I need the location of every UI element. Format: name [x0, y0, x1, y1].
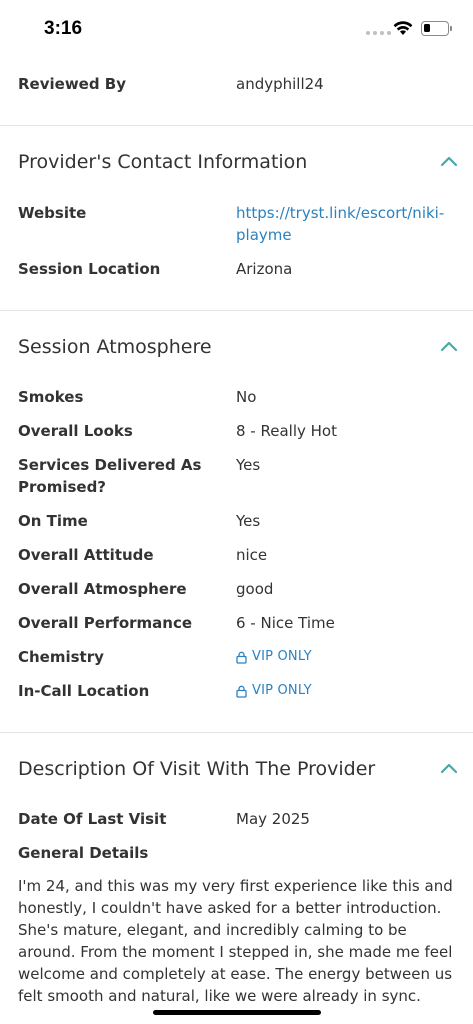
website-link[interactable]: https://tryst.link/escort/niki-playme: [236, 202, 458, 246]
session-location-row: Session Location Arizona: [18, 258, 458, 280]
row-label: Overall Atmosphere: [18, 580, 187, 598]
atmosphere-section-title: Session Atmosphere: [18, 336, 212, 358]
atmosphere-section-header[interactable]: Session Atmosphere: [18, 333, 458, 361]
section-divider: [0, 310, 473, 311]
row-value: good: [236, 580, 274, 598]
row-label: In-Call Location: [18, 682, 150, 700]
atmosphere-row-chemistry: Chemistry VIP ONLY: [18, 646, 458, 668]
row-value: Yes: [236, 512, 261, 530]
atmosphere-row-overall-atmosphere: Overall Atmosphere good: [18, 578, 458, 600]
session-location-label: Session Location: [18, 260, 161, 278]
session-location-value: Arizona: [236, 260, 293, 278]
row-value: Yes: [236, 456, 261, 474]
vip-only-link[interactable]: VIP ONLY: [236, 646, 458, 668]
general-details-row: General Details: [18, 842, 458, 864]
atmosphere-row-in-call-location: In-Call Location VIP ONLY: [18, 680, 458, 702]
section-divider: [0, 125, 473, 126]
reviewed-by-row: Reviewed By andyphill24: [18, 73, 458, 95]
lock-icon: [236, 685, 247, 698]
battery-icon: [421, 21, 449, 36]
row-value: nice: [236, 546, 268, 564]
vip-only-link[interactable]: VIP ONLY: [236, 680, 458, 702]
status-time: 3:16: [44, 18, 83, 39]
chevron-up-icon[interactable]: [440, 340, 458, 352]
atmosphere-row-services-delivered: Services Delivered As Promised? Yes: [18, 454, 458, 498]
home-indicator[interactable]: [153, 1010, 321, 1015]
atmosphere-row-overall-performance: Overall Performance 6 - Nice Time: [18, 612, 458, 634]
row-label: On Time: [18, 512, 88, 530]
date-of-last-visit-value: May 2025: [236, 810, 310, 828]
website-row: Website https://tryst.link/escort/niki-p…: [18, 202, 458, 246]
row-label: Overall Performance: [18, 614, 193, 632]
status-bar: 3:16: [0, 0, 473, 58]
reviewed-by-label: Reviewed By: [18, 75, 127, 93]
description-section-header[interactable]: Description Of Visit With The Provider: [18, 755, 458, 783]
section-divider: [0, 732, 473, 733]
atmosphere-row-overall-looks: Overall Looks 8 - Really Hot: [18, 420, 458, 442]
date-of-last-visit-label: Date Of Last Visit: [18, 810, 167, 828]
website-label: Website: [18, 204, 87, 222]
row-value: No: [236, 388, 257, 406]
general-details-text: I'm 24, and this was my very first exper…: [18, 877, 453, 1005]
row-label: Overall Looks: [18, 422, 133, 440]
signal-dots-icon: [366, 31, 391, 35]
row-label: Chemistry: [18, 648, 104, 666]
contact-section-title: Provider's Contact Information: [18, 151, 308, 173]
description-section-title: Description Of Visit With The Provider: [18, 758, 376, 780]
contact-section-header[interactable]: Provider's Contact Information: [18, 148, 458, 176]
atmosphere-row-smokes: Smokes No: [18, 386, 458, 408]
date-of-last-visit-row: Date Of Last Visit May 2025: [18, 808, 458, 830]
wifi-icon: [393, 21, 413, 35]
chevron-up-icon[interactable]: [440, 762, 458, 774]
row-label: Smokes: [18, 388, 84, 406]
general-details-label: General Details: [18, 844, 149, 862]
vip-only-label: VIP ONLY: [252, 649, 312, 664]
chevron-up-icon[interactable]: [440, 155, 458, 167]
atmosphere-row-overall-attitude: Overall Attitude nice: [18, 544, 458, 566]
row-value: 8 - Really Hot: [236, 422, 337, 440]
vip-only-label: VIP ONLY: [252, 683, 312, 698]
reviewed-by-value: andyphill24: [236, 75, 324, 93]
lock-icon: [236, 651, 247, 664]
row-value: 6 - Nice Time: [236, 614, 335, 632]
atmosphere-row-on-time: On Time Yes: [18, 510, 458, 532]
row-label: Services Delivered As Promised?: [18, 456, 202, 496]
row-label: Overall Attitude: [18, 546, 154, 564]
